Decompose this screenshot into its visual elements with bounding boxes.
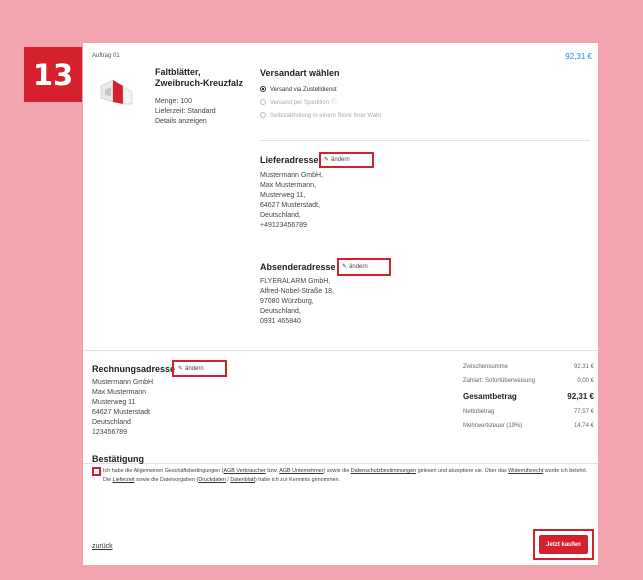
- billing-address-edit-link[interactable]: ✎ ändern: [178, 365, 204, 373]
- sender-address-block: FLYERALARM GmbH, Alfred-Nobel-Straße 18,…: [260, 277, 334, 327]
- product-title: Faltblätter, Zweibruch-Kreuzfalz: [155, 67, 243, 89]
- edit-label: ändern: [185, 365, 204, 372]
- terms-text-part: gelesen und akzeptiere sie. Über das: [416, 468, 509, 474]
- agb-consumer-link[interactable]: AGB Verbraucher: [223, 468, 265, 474]
- print-data-link[interactable]: Druckdaten: [198, 477, 226, 483]
- edit-label: ändern: [331, 156, 350, 163]
- delivery-time-link[interactable]: Lieferzeit: [113, 477, 135, 483]
- divider: [83, 350, 598, 351]
- divider: [260, 140, 590, 141]
- product-meta: Menge: 100 Lieferzeit: Standard Details …: [155, 97, 216, 127]
- order-price: 92,31 €: [565, 52, 592, 61]
- delivery-address-edit-link[interactable]: ✎ ändern: [324, 156, 350, 164]
- order-label: Auftrag 01: [92, 53, 120, 59]
- shipping-option-label: Versand per Spedition ⓘ: [270, 100, 337, 106]
- summary-label: Zahlart: Sofortüberweisung: [463, 378, 536, 384]
- agb-business-link[interactable]: AGB Unternehmer: [279, 468, 323, 474]
- product-title-line2: Zweibruch-Kreuzfalz: [155, 78, 244, 88]
- summary-subtotal: Zwischensumme 92,31 €: [463, 364, 598, 370]
- radio-icon[interactable]: [260, 112, 266, 119]
- sender-address-heading: Absenderadresse: [260, 262, 336, 272]
- radio-icon[interactable]: [260, 99, 266, 106]
- order-card: Auftrag 01 92,31 € Faltblätter, Zweibruc…: [83, 43, 598, 565]
- terms-text-part: ) sowie die: [323, 468, 351, 474]
- address-line: FLYERALARM GmbH,: [260, 278, 331, 285]
- billing-address-heading: Rechnungsadresse: [92, 364, 176, 374]
- summary-value: 92,31 €: [567, 392, 594, 401]
- pencil-icon: ✎: [324, 157, 330, 163]
- address-line: 97080 Würzburg,: [260, 298, 314, 305]
- billing-address-block: Mustermann GmbH Max Mustermann Musterweg…: [92, 378, 153, 438]
- terms-text-part: bzw.: [265, 468, 280, 474]
- product-quantity: Menge: 100: [155, 98, 192, 105]
- terms-text-part: ) habe ich zur Kenntnis genommen.: [254, 477, 341, 483]
- summary-value: 0,00 €: [577, 378, 594, 384]
- confirmation-heading: Bestätigung: [92, 454, 145, 464]
- pencil-icon: ✎: [178, 366, 184, 372]
- shipping-options: Versand via Zustelldienst Versand per Sp…: [260, 84, 381, 123]
- delivery-address-block: Mustermann GmbH, Max Mustermann, Musterw…: [260, 171, 323, 231]
- shipping-heading: Versandart wählen: [260, 68, 340, 78]
- address-line: Musterweg 11: [92, 399, 136, 406]
- summary-net: Nettobetrag 77,57 €: [463, 409, 598, 415]
- radio-selected-icon[interactable]: [260, 86, 266, 93]
- address-line: 64627 Musterstadt: [92, 409, 150, 416]
- address-line: Musterweg 11,: [260, 192, 306, 199]
- divider: [83, 463, 598, 464]
- address-line: 123456789: [92, 429, 128, 436]
- delivery-address-heading: Lieferadresse: [260, 155, 319, 165]
- summary-payment: Zahlart: Sofortüberweisung 0,00 €: [463, 378, 598, 384]
- product-details-link[interactable]: Details anzeigen: [155, 117, 216, 127]
- summary-label: Mehrwertsteuer (19%): [463, 423, 523, 429]
- terms-text-part: Ich habe die Allgemeinen Geschäftsbeding…: [103, 468, 224, 474]
- back-link[interactable]: zurück: [92, 543, 113, 550]
- step-number-badge: 13: [24, 47, 82, 102]
- sender-address-edit-link[interactable]: ✎ ändern: [342, 263, 368, 271]
- shipping-option-pickup[interactable]: Selbstabholung in einem Store Ihrer Wahl: [260, 110, 381, 123]
- summary-label: Nettobetrag: [463, 409, 495, 415]
- product-image: [99, 74, 133, 108]
- product-delivery: Lieferzeit: Standard: [155, 108, 216, 115]
- summary-value: 77,57 €: [573, 409, 594, 415]
- product-title-line1: Faltblätter,: [155, 67, 201, 77]
- terms-checkbox[interactable]: [92, 467, 101, 476]
- address-line: Mustermann GmbH: [92, 379, 154, 386]
- address-line: Deutschland,: [260, 308, 301, 315]
- summary-vat: Mehrwertsteuer (19%) 14,74 €: [463, 423, 598, 429]
- summary-total: Gesamtbetrag 92,31 €: [463, 392, 598, 401]
- address-line: 64627 Musterstadt,: [260, 202, 320, 209]
- address-line: Alfred-Nobel-Straße 18,: [260, 288, 334, 295]
- withdrawal-link[interactable]: Widerrufsrecht: [508, 468, 543, 474]
- summary-label: Zwischensumme: [463, 364, 509, 370]
- edit-label: ändern: [349, 263, 368, 270]
- address-line: Deutschland,: [260, 212, 301, 219]
- address-line: 0931 465840: [260, 318, 301, 325]
- address-line: Max Mustermann,: [260, 182, 317, 189]
- terms-text-part: sowie die Dateivorgaben (: [134, 477, 199, 483]
- address-line: +49123456789: [260, 222, 307, 229]
- pencil-icon: ✎: [342, 264, 348, 270]
- terms-text: Ich habe die Allgemeinen Geschäftsbeding…: [103, 467, 595, 485]
- address-line: Max Mustermann: [92, 389, 147, 396]
- buy-now-button[interactable]: Jetzt kaufen: [539, 535, 588, 554]
- shipping-option-freight[interactable]: Versand per Spedition ⓘ: [260, 97, 381, 110]
- summary-value: 14,74 €: [573, 423, 594, 429]
- datasheet-link[interactable]: Datenblatt: [230, 477, 255, 483]
- summary-value: 92,31 €: [573, 364, 594, 370]
- address-line: Mustermann GmbH,: [260, 172, 324, 179]
- shipping-option-label: Selbstabholung in einem Store Ihrer Wahl: [270, 113, 381, 119]
- shipping-option-courier[interactable]: Versand via Zustelldienst: [260, 84, 381, 97]
- shipping-option-label: Versand via Zustelldienst: [270, 87, 337, 93]
- summary-label: Gesamtbetrag: [463, 392, 517, 401]
- address-line: Deutschland: [92, 419, 131, 426]
- privacy-link[interactable]: Datenschutzbestimmungen: [351, 468, 416, 474]
